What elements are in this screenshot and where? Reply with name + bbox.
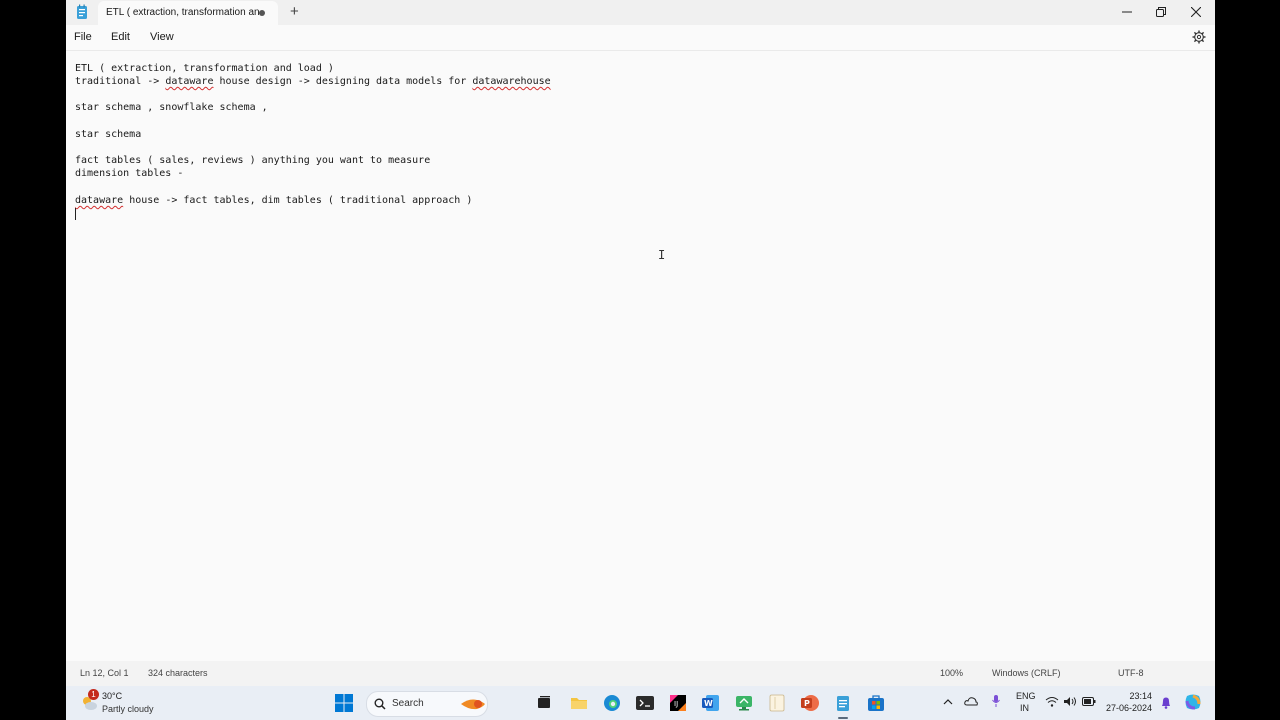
folder-icon — [571, 698, 587, 709]
editor-line: traditional -> dataware house design -> … — [75, 75, 551, 88]
editor-line: ETL ( extraction, transformation and loa… — [75, 63, 334, 74]
weather-widget[interactable]: 1 30°C Partly cloudy — [78, 689, 188, 717]
volume-icon[interactable] — [1063, 696, 1077, 707]
minimize-button[interactable] — [1110, 0, 1144, 24]
weather-description: Partly cloudy — [102, 704, 154, 714]
notification-badge: 1 — [88, 689, 99, 700]
weather-temperature: 30°C — [102, 691, 123, 701]
menu-view[interactable]: View — [150, 31, 174, 43]
ibeam-cursor-icon: I — [658, 248, 666, 262]
notification-bell-icon[interactable] — [1160, 696, 1172, 709]
task-view-icon — [538, 696, 550, 708]
store-icon — [868, 695, 884, 711]
task-view-button[interactable] — [533, 692, 555, 714]
tab-document[interactable]: ETL ( extraction, transformation an — [98, 1, 278, 25]
terminal-icon — [636, 696, 654, 710]
editor-text-segment: traditional -> — [75, 76, 166, 87]
store-button[interactable] — [865, 692, 887, 714]
start-button[interactable] — [333, 692, 355, 714]
taskbar-search[interactable]: Search — [366, 691, 488, 717]
restore-icon — [1156, 7, 1166, 17]
text-editor[interactable]: ETL ( extraction, transformation and loa… — [66, 50, 1215, 662]
close-icon — [1191, 7, 1201, 17]
new-tab-button[interactable]: + — [290, 4, 299, 20]
svg-text:W: W — [704, 699, 713, 708]
microphone-icon[interactable] — [991, 694, 1001, 708]
search-icon — [374, 698, 386, 710]
notepad-icon — [837, 696, 849, 711]
svg-text:IJ: IJ — [674, 700, 678, 708]
input-language[interactable]: ENG — [1016, 691, 1036, 701]
remote-desktop-icon — [736, 696, 752, 711]
powerpoint-icon: P — [801, 695, 819, 711]
line-ending[interactable]: Windows (CRLF) — [992, 668, 1061, 678]
notepad-window: ETL ( extraction, transformation an + Fi… — [66, 0, 1215, 686]
notepad-taskbar-button[interactable] — [832, 692, 854, 714]
chevron-up-icon[interactable] — [943, 698, 953, 706]
title-bar: ETL ( extraction, transformation an + — [66, 0, 1215, 25]
unsaved-indicator-icon[interactable] — [259, 10, 265, 16]
remote-desktop-button[interactable] — [733, 692, 755, 714]
encoding[interactable]: UTF-8 — [1118, 668, 1144, 678]
misspelled-word[interactable]: datawarehouse — [472, 76, 550, 87]
intellij-button[interactable]: IJ — [667, 692, 689, 714]
close-button[interactable] — [1179, 0, 1213, 24]
notepad-app-icon — [77, 4, 87, 19]
minimize-icon — [1122, 11, 1132, 13]
search-highlight-icon — [461, 699, 485, 710]
cursor-position[interactable]: Ln 12, Col 1 — [80, 668, 129, 678]
clock-date: 27-06-2024 — [1106, 703, 1153, 713]
edge-browser-button[interactable] — [601, 692, 623, 714]
battery-icon[interactable] — [1082, 697, 1096, 706]
input-region[interactable]: IN — [1020, 703, 1029, 713]
edge-icon — [604, 695, 620, 711]
file-explorer-button[interactable] — [568, 692, 590, 714]
editor-line: star schema , snowflake schema , — [75, 102, 268, 113]
clock-time: 23:14 — [1129, 691, 1153, 701]
windows-logo-icon — [335, 694, 353, 712]
misspelled-word[interactable]: dataware — [75, 195, 123, 206]
menu-bar: File Edit View — [66, 25, 1215, 49]
editor-line: dataware house -> fact tables, dim table… — [75, 194, 472, 207]
editor-line: star schema — [75, 129, 142, 140]
editor-line: dimension tables - — [75, 168, 184, 179]
powerpoint-button[interactable]: P — [799, 692, 821, 714]
editor-text-segment: house -> fact tables, dim tables ( tradi… — [123, 195, 473, 206]
notes-icon — [769, 694, 785, 712]
misspelled-word[interactable]: dataware — [165, 76, 213, 87]
text-caret — [75, 208, 76, 220]
menu-edit[interactable]: Edit — [111, 31, 130, 43]
search-label: Search — [392, 698, 424, 709]
word-button[interactable]: W — [700, 692, 722, 714]
restore-button[interactable] — [1144, 0, 1178, 24]
editor-text-segment: house design -> designing data models fo… — [213, 76, 473, 87]
tab-title: ETL ( extraction, transformation an — [106, 7, 260, 18]
onedrive-cloud-icon[interactable] — [964, 696, 978, 706]
intellij-icon: IJ — [670, 695, 686, 711]
terminal-button[interactable] — [634, 692, 656, 714]
word-icon: W — [702, 695, 719, 711]
editor-line: fact tables ( sales, reviews ) anything … — [75, 155, 431, 166]
settings-gear-icon[interactable] — [1192, 30, 1206, 44]
svg-text:P: P — [804, 699, 810, 708]
copilot-icon[interactable] — [1184, 693, 1202, 711]
status-bar: Ln 12, Col 1 324 characters 100% Windows… — [66, 661, 1215, 686]
menu-file[interactable]: File — [74, 31, 92, 43]
character-count: 324 characters — [148, 668, 208, 678]
active-app-indicator — [838, 717, 848, 719]
clock[interactable]: 23:14 27-06-2024 — [1106, 690, 1152, 714]
notes-app-button[interactable] — [766, 692, 788, 714]
zoom-level[interactable]: 100% — [940, 668, 963, 678]
wifi-icon[interactable] — [1045, 696, 1059, 707]
taskbar: 1 30°C Partly cloudy Search IJ W P ENG I… — [66, 686, 1215, 720]
